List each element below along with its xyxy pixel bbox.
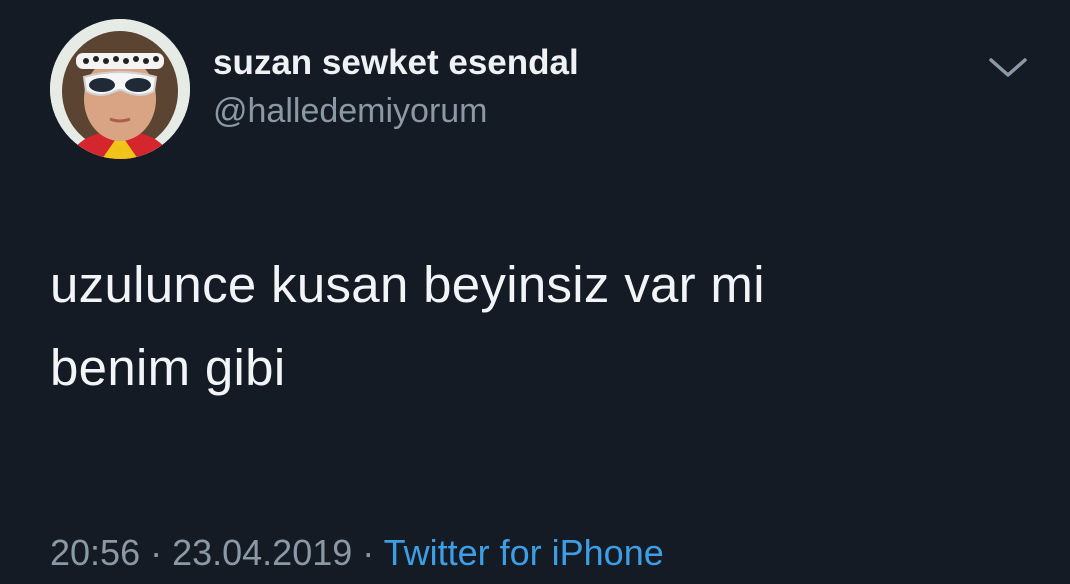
tweet-text-line: uzulunce kusan beyinsiz var mi	[50, 256, 765, 313]
tweet-time[interactable]: 20:56	[50, 532, 140, 573]
tweet-card: suzan sewket esendal @halledemiyorum uzu…	[0, 0, 1070, 584]
meta-separator: ·	[352, 532, 384, 573]
tweet-meta: 20:56 · 23.04.2019 · Twitter for iPhone	[50, 531, 664, 575]
author-display-name[interactable]: suzan sewket esendal	[213, 43, 579, 83]
tweet-text: uzulunce kusan beyinsiz var mi benim gib…	[50, 243, 1030, 409]
avatar[interactable]	[50, 19, 190, 159]
tweet-text-line: benim gibi	[50, 339, 286, 396]
chevron-down-icon[interactable]	[985, 50, 1031, 84]
avatar-image	[50, 19, 190, 159]
tweet-source-link[interactable]: Twitter for iPhone	[384, 532, 664, 573]
tweet-date[interactable]: 23.04.2019	[172, 532, 352, 573]
meta-separator: ·	[140, 532, 173, 573]
author-handle[interactable]: @halledemiyorum	[213, 91, 488, 131]
